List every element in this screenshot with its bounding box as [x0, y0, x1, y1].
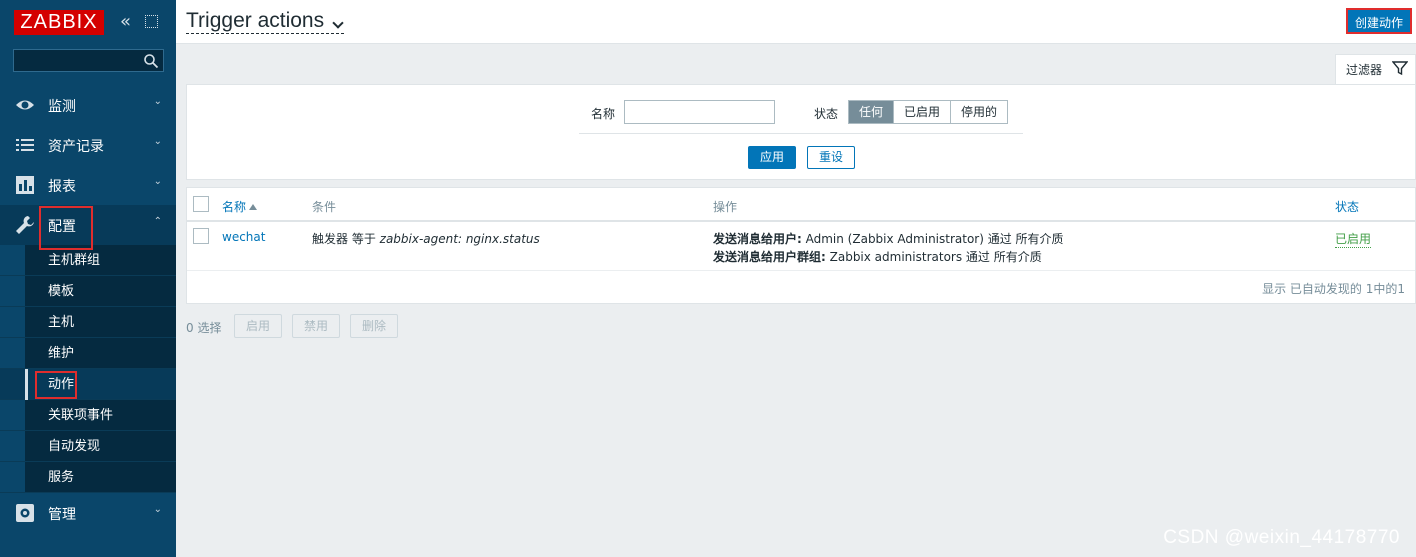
submenu-item-templates[interactable]: 模板 — [0, 276, 176, 307]
menu-label: 管理 — [48, 507, 76, 523]
main-menu: 监测 ⌄ 资产记录 ⌄ 报表 ⌄ 配置 ⌃ 主机群组 模板 主机 维护 动作 关… — [0, 85, 176, 533]
action-condition: 触发器 等于 zabbix-agent: nginx.status — [312, 232, 540, 246]
mass-enable-button[interactable]: 启用 — [234, 314, 282, 338]
name-filter-label: 名称 — [591, 107, 616, 121]
menu-label: 资产记录 — [48, 139, 104, 155]
submenu-item-hosts[interactable]: 主机 — [0, 307, 176, 338]
reset-button[interactable]: 重设 — [807, 146, 855, 169]
search-icon[interactable] — [143, 53, 159, 69]
select-all-checkbox[interactable] — [193, 196, 209, 212]
filter-tab[interactable]: 过滤器 — [1335, 54, 1416, 84]
kiosk-mode-icon[interactable] — [145, 15, 158, 28]
chevron-down-icon: ⌄ — [153, 504, 162, 515]
submenu-item-services[interactable]: 服务 — [0, 462, 176, 493]
page-title-dropdown[interactable]: Trigger actions — [186, 9, 345, 34]
highlight-box-configuration — [39, 206, 93, 250]
menu-item-monitoring[interactable]: 监测 ⌄ — [0, 85, 176, 125]
submenu-item-event-correlation[interactable]: 关联项事件 — [0, 400, 176, 431]
filter-divider — [579, 133, 1023, 134]
filter-tab-label: 过滤器 — [1346, 63, 1383, 77]
menu-item-administration[interactable]: 管理 ⌄ — [0, 493, 176, 533]
row-checkbox[interactable] — [193, 228, 209, 244]
action-name-link[interactable]: wechat — [222, 230, 265, 244]
column-header-name[interactable]: 名称 — [222, 198, 258, 215]
eye-icon — [16, 100, 34, 110]
column-header-conditions: 条件 — [312, 200, 337, 214]
status-filter-segmented: 任何 已启用 停用的 — [848, 100, 1009, 124]
chevron-down-icon: ⌄ — [153, 176, 162, 187]
collapse-sidebar-icon[interactable]: « — [120, 12, 136, 32]
list-icon — [16, 139, 34, 151]
search-input[interactable] — [13, 49, 164, 72]
apply-button[interactable]: 应用 — [748, 146, 796, 169]
page-header: Trigger actions 创建动作 — [176, 0, 1416, 44]
status-option-disabled[interactable]: 停用的 — [951, 101, 1008, 123]
menu-label: 报表 — [48, 179, 76, 195]
column-header-operations: 操作 — [713, 200, 738, 214]
table-header-row: 名称 条件 操作 状态 — [187, 188, 1415, 222]
table-paging-info: 显示 已自动发现的 1中的1 — [1262, 282, 1405, 296]
create-action-button[interactable]: 创建动作 — [1346, 8, 1412, 34]
submenu-item-maintenance[interactable]: 维护 — [0, 338, 176, 369]
actions-table: 名称 条件 操作 状态 wechat 触发器 等于 zabbix-agent: … — [186, 187, 1416, 304]
highlight-box-actions — [35, 371, 77, 399]
bar-chart-icon — [16, 176, 34, 194]
status-option-any[interactable]: 任何 — [849, 101, 895, 123]
page-title: Trigger actions — [186, 9, 325, 32]
status-filter-label: 状态 — [814, 107, 839, 121]
chevron-down-icon — [332, 17, 344, 29]
action-status-toggle[interactable]: 已启用 — [1335, 230, 1372, 248]
name-filter-input[interactable] — [624, 100, 775, 124]
chevron-up-icon: ⌃ — [153, 216, 162, 227]
selected-count: 0 选择 — [186, 321, 222, 335]
chevron-down-icon: ⌄ — [153, 136, 162, 147]
menu-label: 监测 — [48, 99, 76, 115]
submenu-item-discovery[interactable]: 自动发现 — [0, 431, 176, 462]
chevron-down-icon: ⌄ — [153, 96, 162, 107]
zabbix-logo[interactable]: ZABBIX — [14, 10, 104, 35]
menu-item-inventory[interactable]: 资产记录 ⌄ — [0, 125, 176, 165]
column-header-status[interactable]: 状态 — [1335, 198, 1359, 215]
menu-item-reports[interactable]: 报表 ⌄ — [0, 165, 176, 205]
logo-row: ZABBIX « — [0, 0, 176, 46]
filter-icon — [1392, 61, 1408, 76]
action-operation-1: 发送消息给用户: Admin (Zabbix Administrator) 通过… — [713, 232, 1064, 246]
watermark: CSDN @weixin_44178770 — [1163, 527, 1400, 548]
sort-asc-icon — [249, 204, 258, 210]
filter-panel: 名称 状态 任何 已启用 停用的 应用 重设 — [186, 84, 1416, 180]
table-row: wechat 触发器 等于 zabbix-agent: nginx.status… — [187, 224, 1415, 271]
submenu-item-actions[interactable]: 动作 — [0, 369, 176, 400]
sidebar: ZABBIX « 监测 ⌄ 资产记录 ⌄ 报表 ⌄ 配置 ⌃ 主机群组 模板 主… — [0, 0, 176, 557]
configuration-submenu: 主机群组 模板 主机 维护 动作 关联项事件 自动发现 服务 — [0, 245, 176, 493]
mass-disable-button[interactable]: 禁用 — [292, 314, 340, 338]
wrench-icon — [16, 216, 34, 234]
mass-delete-button[interactable]: 删除 — [350, 314, 398, 338]
status-option-enabled[interactable]: 已启用 — [894, 101, 952, 123]
gear-icon — [16, 504, 34, 522]
action-operation-2: 发送消息给用户群组: Zabbix administrators 通过 所有介质 — [713, 250, 1042, 264]
